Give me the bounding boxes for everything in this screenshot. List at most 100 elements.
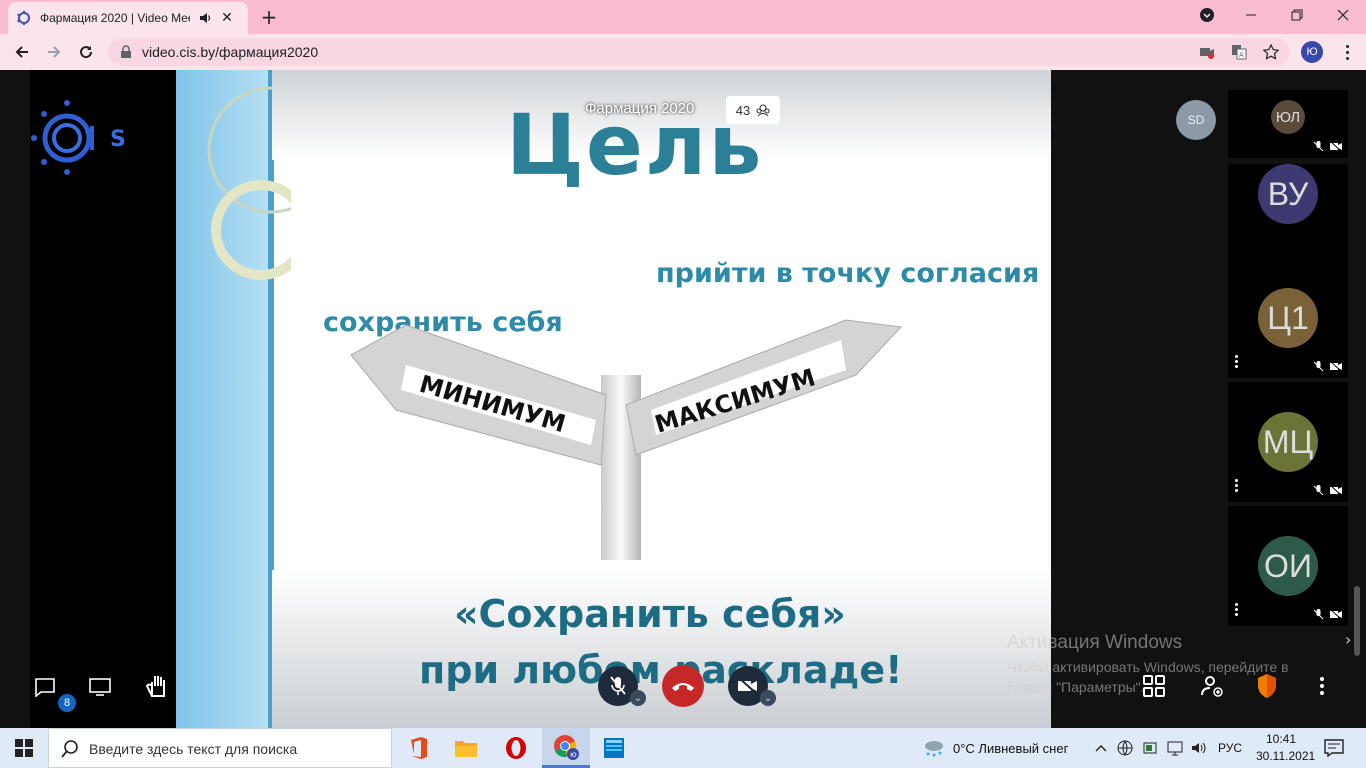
restore-icon <box>1291 9 1303 21</box>
office-icon <box>411 737 427 759</box>
slide-bottom-line1: «Сохранить себя» <box>454 592 846 636</box>
cis-logo: S <box>31 100 126 175</box>
tile-view-button[interactable] <box>1140 672 1168 700</box>
invite-button[interactable] <box>1198 672 1226 700</box>
clock-date[interactable]: 30.11.2021 <box>1256 749 1315 763</box>
reload-button[interactable] <box>74 40 98 64</box>
mic-muted-icon <box>1313 361 1324 372</box>
opera-icon <box>506 737 526 759</box>
more-options-button[interactable] <box>1312 672 1332 700</box>
notifications-icon[interactable] <box>1324 739 1344 757</box>
participant-count-button[interactable]: 43 <box>726 96 780 124</box>
security-button[interactable] <box>1254 672 1280 700</box>
monitor-icon <box>89 678 111 696</box>
screen-share-button[interactable] <box>87 674 113 700</box>
new-tab-button[interactable]: + <box>258 6 280 28</box>
battery-icon[interactable] <box>1142 739 1160 757</box>
network-icon[interactable] <box>1116 739 1136 757</box>
camera-blocked-icon[interactable] <box>1198 43 1216 61</box>
slide-bottom-line2: при любом раскладе! <box>419 648 903 692</box>
clock-time[interactable]: 10:41 <box>1266 732 1296 746</box>
participant-count: 43 <box>735 102 751 118</box>
browser-tab[interactable]: Фармация 2020 | Video Mee ✕ <box>8 2 248 34</box>
browser-menu-icon[interactable] <box>1337 42 1357 62</box>
tile-menu-icon[interactable] <box>1235 479 1239 492</box>
chat-icon <box>35 678 55 697</box>
office-app[interactable] <box>394 728 442 768</box>
search-icon <box>61 740 78 758</box>
browser-titlebar: Фармация 2020 | Video Mee ✕ + <box>0 0 1366 34</box>
start-button[interactable] <box>0 728 48 768</box>
hangup-button[interactable] <box>662 665 704 707</box>
url-text: video.cis.by/фармация2020 <box>142 44 319 60</box>
bookmark-star-icon[interactable] <box>1262 43 1280 61</box>
participant-avatar: ВУ <box>1258 164 1318 224</box>
video-settings-caret[interactable]: ⌄ <box>760 690 776 706</box>
language-indicator[interactable]: РУС <box>1218 741 1242 755</box>
shared-slide: Цель прийти в точку согласия сохранить с… <box>176 70 1051 728</box>
tile-menu-icon[interactable] <box>1235 603 1239 616</box>
minimize-icon <box>1246 14 1256 16</box>
participants-icon <box>756 104 770 117</box>
profile-avatar[interactable]: Ю <box>1301 41 1323 63</box>
participant-tile[interactable]: ОИ <box>1228 506 1348 626</box>
address-bar[interactable]: video.cis.by/фармация2020 A <box>108 38 1290 66</box>
participant-avatar: ОИ <box>1258 536 1318 596</box>
mic-muted-icon <box>1313 609 1324 620</box>
dominant-speaker-avatar[interactable]: SD <box>1176 100 1216 140</box>
tab-close-icon[interactable]: ✕ <box>220 10 234 26</box>
participant-tile[interactable]: МЦ <box>1228 382 1348 502</box>
minimize-button[interactable] <box>1228 0 1274 30</box>
chrome-app[interactable]: ю <box>542 728 590 768</box>
raise-hand-button[interactable] <box>143 672 171 700</box>
speaker-icon[interactable] <box>198 11 212 25</box>
filmstrip-scrollbar[interactable] <box>1352 70 1362 728</box>
chevron-up-icon[interactable] <box>1094 742 1108 754</box>
camera-off-icon <box>1330 609 1342 620</box>
scroll-thumb[interactable] <box>1354 586 1360 656</box>
chat-button[interactable] <box>32 674 58 700</box>
volume-icon[interactable] <box>1190 739 1208 757</box>
chat-unread-badge: 8 <box>58 694 76 712</box>
reload-icon <box>80 46 93 59</box>
add-person-icon <box>1201 676 1223 697</box>
taskbar-search[interactable]: Введите здесь текст для поиска <box>48 728 392 768</box>
signpost-illustration: МИНИМУМ МАКСИМУМ <box>350 319 903 560</box>
tile-menu-icon[interactable] <box>1235 355 1239 368</box>
chrome-icon: ю <box>554 734 579 760</box>
meeting-stage: S Цель прийти в точку согласия сохранить… <box>0 70 1366 728</box>
browser-toolbar: video.cis.by/фармация2020 A Ю <box>0 34 1366 70</box>
tab-title: Фармация 2020 | Video Mee <box>40 11 190 25</box>
mic-muted-icon <box>1313 485 1324 496</box>
participant-tile[interactable]: ЮЛ <box>1228 90 1348 158</box>
camera-off-icon <box>1330 361 1342 372</box>
back-button[interactable] <box>10 40 34 64</box>
tile-status <box>1313 609 1342 620</box>
participant-tile[interactable]: Ц1 <box>1228 258 1348 378</box>
hand-icon <box>146 676 165 697</box>
close-window-button[interactable] <box>1320 0 1366 30</box>
calculator-app[interactable] <box>590 728 638 768</box>
more-vertical-icon <box>1320 677 1324 695</box>
weather-text[interactable]: 0°C Ливневый снег <box>953 741 1068 756</box>
opera-app[interactable] <box>492 728 540 768</box>
shield-icon <box>1258 674 1276 698</box>
forward-button[interactable] <box>42 40 66 64</box>
tab-search-button[interactable] <box>1184 0 1230 30</box>
slide-text-right: прийти в точку согласия <box>656 258 1040 289</box>
tile-status <box>1313 485 1342 496</box>
file-explorer-app[interactable] <box>442 728 490 768</box>
chevron-right-icon[interactable]: › <box>1345 630 1351 649</box>
windows-taskbar: Введите здесь текст для поиска ю 0°C Лив… <box>0 728 1366 768</box>
grid-icon <box>1143 675 1165 697</box>
arrow-right-icon <box>48 46 61 58</box>
translate-icon[interactable]: A <box>1230 43 1248 61</box>
weather-snow-icon[interactable] <box>922 738 946 758</box>
mic-off-icon <box>610 676 626 695</box>
audio-settings-caret[interactable]: ⌄ <box>630 690 646 706</box>
restore-button[interactable] <box>1274 0 1320 30</box>
phone-hangup-icon <box>672 683 694 691</box>
logo-letter: S <box>110 127 126 152</box>
wifi-icon[interactable] <box>1166 739 1184 757</box>
camera-off-icon <box>1330 485 1342 496</box>
